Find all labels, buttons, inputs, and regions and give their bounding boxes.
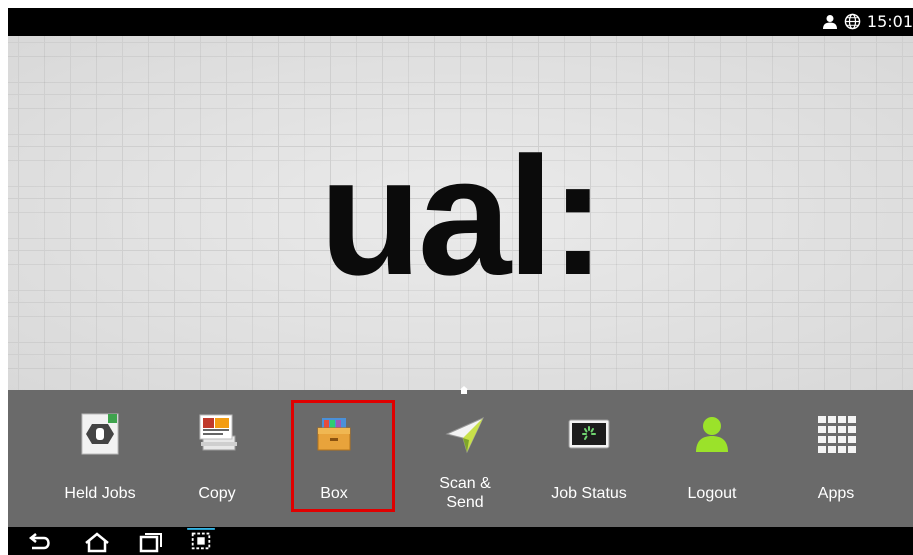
app-dock: Held Jobs Copy Box Scan & Send Job Statu…	[8, 386, 913, 527]
logout-icon	[696, 417, 728, 452]
dock-item-apps[interactable]: Apps	[786, 390, 886, 527]
dock-label: Logout	[687, 485, 737, 502]
dock-item-held-jobs[interactable]: Held Jobs	[50, 390, 150, 527]
dock-item-logout[interactable]: Logout	[662, 390, 762, 527]
clock: 15:01	[866, 12, 913, 31]
dock-label: Apps	[817, 485, 855, 502]
scan-send-icon	[445, 416, 485, 454]
job-status-icon	[568, 419, 610, 449]
dock-label: Copy	[198, 485, 236, 502]
dock-label: Scan & Send	[415, 474, 515, 512]
status-bar: 15:01	[8, 8, 913, 36]
selection-highlight	[291, 400, 395, 512]
person-icon	[822, 14, 837, 29]
dock-item-job-status[interactable]: Job Status	[539, 390, 639, 527]
globe-icon	[844, 13, 861, 30]
dock-label: Held Jobs	[64, 485, 136, 502]
device-screen: 15:01 ual: Held Jobs Copy Box Scan & Sen…	[8, 8, 913, 555]
dock-item-scan-send[interactable]: Scan & Send	[415, 390, 515, 527]
held-jobs-icon	[81, 413, 119, 455]
home-wallpaper: ual:	[8, 36, 913, 390]
recents-icon[interactable]	[135, 530, 165, 554]
home-icon[interactable]	[82, 530, 112, 554]
apps-grid-icon	[818, 416, 856, 453]
navigation-bar	[8, 527, 913, 555]
dock-label: Job Status	[551, 485, 627, 502]
back-icon[interactable]	[24, 530, 54, 554]
dock-item-copy[interactable]: Copy	[167, 390, 267, 527]
copy-icon	[199, 414, 237, 451]
scan-send-label: Scan & Send	[439, 475, 491, 511]
status-icons: 15:01	[822, 12, 913, 31]
wallpaper-logo-text: ual:	[319, 122, 606, 310]
screenshot-icon[interactable]	[186, 528, 216, 552]
